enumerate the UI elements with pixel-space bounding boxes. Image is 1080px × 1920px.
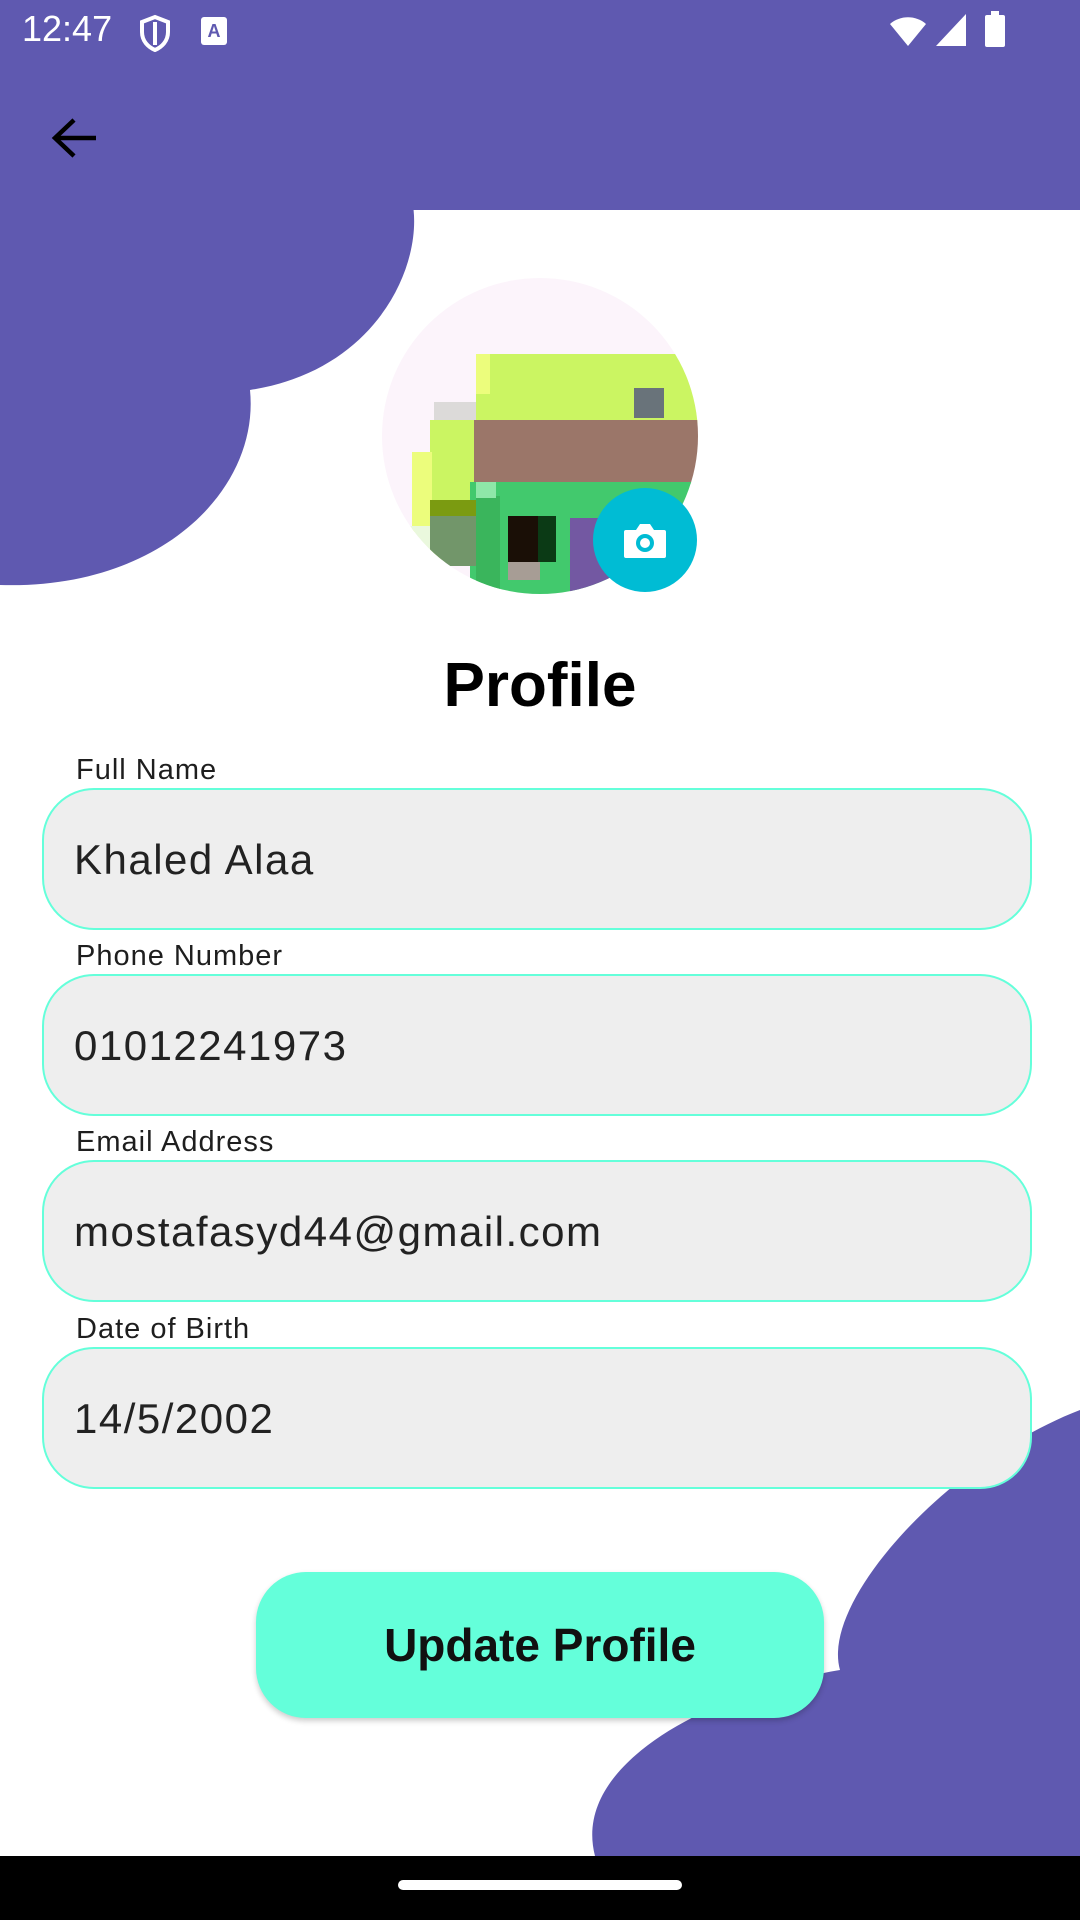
email-label: Email Address [66,1126,285,1159]
update-profile-button[interactable]: Update Profile [256,1572,824,1718]
profile-screen: 12:47 A Profile Full Name Khaled Alaa Ph… [0,0,1080,1920]
date-of-birth-label: Date of Birth [66,1313,261,1346]
status-time: 12:47 [22,8,113,49]
email-value[interactable]: mostafasyd44@gmail.com [74,1208,603,1256]
phone-number-field[interactable]: Phone Number 01012241973 [42,940,1036,1116]
phone-number-value[interactable]: 01012241973 [74,1022,347,1070]
signal-icon [934,12,968,53]
status-bar: 12:47 A [0,0,1080,64]
date-of-birth-field[interactable]: Date of Birth 14/5/2002 [42,1313,1036,1489]
phone-number-label: Phone Number [66,940,294,973]
wifi-icon [888,14,928,53]
shield-icon [138,14,172,57]
full-name-field[interactable]: Full Name Khaled Alaa [42,754,1036,930]
top-left-blob [0,200,415,586]
full-name-label: Full Name [66,754,228,787]
home-handle[interactable] [398,1880,682,1890]
svg-text:A: A [208,21,221,41]
battery-icon [984,10,1006,53]
email-field[interactable]: Email Address mostafasyd44@gmail.com [42,1126,1036,1302]
full-name-value[interactable]: Khaled Alaa [74,836,315,884]
navigation-bar [0,1856,1080,1920]
date-of-birth-value[interactable]: 14/5/2002 [74,1395,274,1443]
arrow-back-icon [51,118,96,158]
camera-icon [624,524,666,558]
page-title: Profile [443,651,637,720]
back-button[interactable] [36,100,112,176]
change-photo-button[interactable] [593,488,697,592]
a-icon: A [200,16,228,51]
